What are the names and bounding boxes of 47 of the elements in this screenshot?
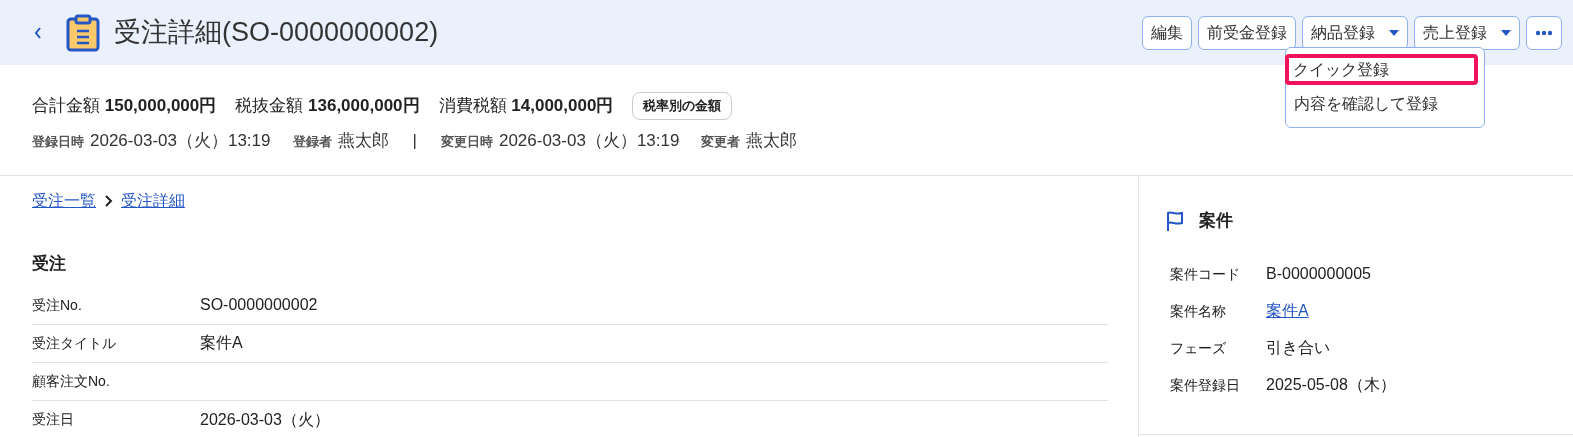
breadcrumb-link[interactable]: 受注一覧	[32, 189, 96, 213]
more-icon	[1535, 29, 1553, 36]
panel-title: 案件	[1199, 210, 1233, 232]
meta-value: 燕太郎	[337, 130, 389, 152]
field-value: 案件A	[200, 333, 243, 353]
clipboard-icon	[66, 13, 100, 52]
field-value: B-0000000005	[1266, 264, 1371, 284]
chevron-left-icon	[33, 25, 43, 40]
field-label: フェーズ	[1170, 338, 1227, 358]
meta-label: 変更日時	[440, 133, 493, 151]
caret-icon	[1501, 29, 1511, 36]
field-label: 顧客注文No.	[32, 371, 111, 391]
separator: |	[412, 130, 417, 152]
dropdown-button[interactable]: 納品登録	[1302, 15, 1408, 50]
meta-value: 2026-03-03（火）13:19	[498, 130, 680, 152]
amount-summary: 税抜金額 136,000,000円	[235, 95, 420, 118]
dropdown-button[interactable]: 売上登録	[1414, 15, 1520, 50]
amount-summary: 合計金額 150,000,000円	[32, 95, 217, 118]
action-button[interactable]: 編集	[1142, 15, 1192, 50]
menu-item[interactable]: 内容を確認して登録	[1286, 88, 1484, 119]
flag-icon	[1165, 209, 1185, 232]
field-label: 受注No.	[32, 295, 83, 315]
meta-label: 登録日時	[32, 133, 84, 151]
meta-value: 燕太郎	[746, 130, 798, 152]
menu-item[interactable]: クイック登録	[1285, 54, 1478, 85]
field-value: 2025-05-08（木）	[1266, 375, 1396, 395]
field-label: 案件名称	[1170, 301, 1227, 321]
meta-value: 2026-03-03（火）13:19	[90, 130, 271, 152]
action-button[interactable]: 前受金登録	[1198, 15, 1296, 50]
section-title: 受注	[32, 253, 67, 275]
chevron-right-icon	[104, 195, 113, 207]
field-label: 案件コード	[1170, 264, 1241, 284]
field-label: 受注タイトル	[32, 333, 117, 353]
caret-icon	[1389, 29, 1399, 36]
meta-label: 登録者	[292, 133, 332, 151]
page-title: 受注詳細(SO-0000000002)	[114, 16, 439, 50]
project-link[interactable]: 案件A	[1266, 299, 1309, 323]
meta-label: 変更者	[701, 133, 741, 151]
field-label: 受注日	[32, 410, 75, 429]
field-value: 2026-03-03（火）	[200, 409, 330, 430]
more-button[interactable]	[1526, 15, 1562, 50]
amount-summary: 消費税額 14,000,000円	[438, 95, 614, 118]
breadcrumb-link[interactable]: 受注詳細	[121, 189, 185, 213]
tax-rate-button[interactable]: 税率別の金額	[632, 92, 733, 120]
field-value: 引き合い	[1266, 338, 1330, 358]
field-label: 案件登録日	[1170, 375, 1241, 395]
field-value: SO-0000000002	[200, 295, 318, 315]
